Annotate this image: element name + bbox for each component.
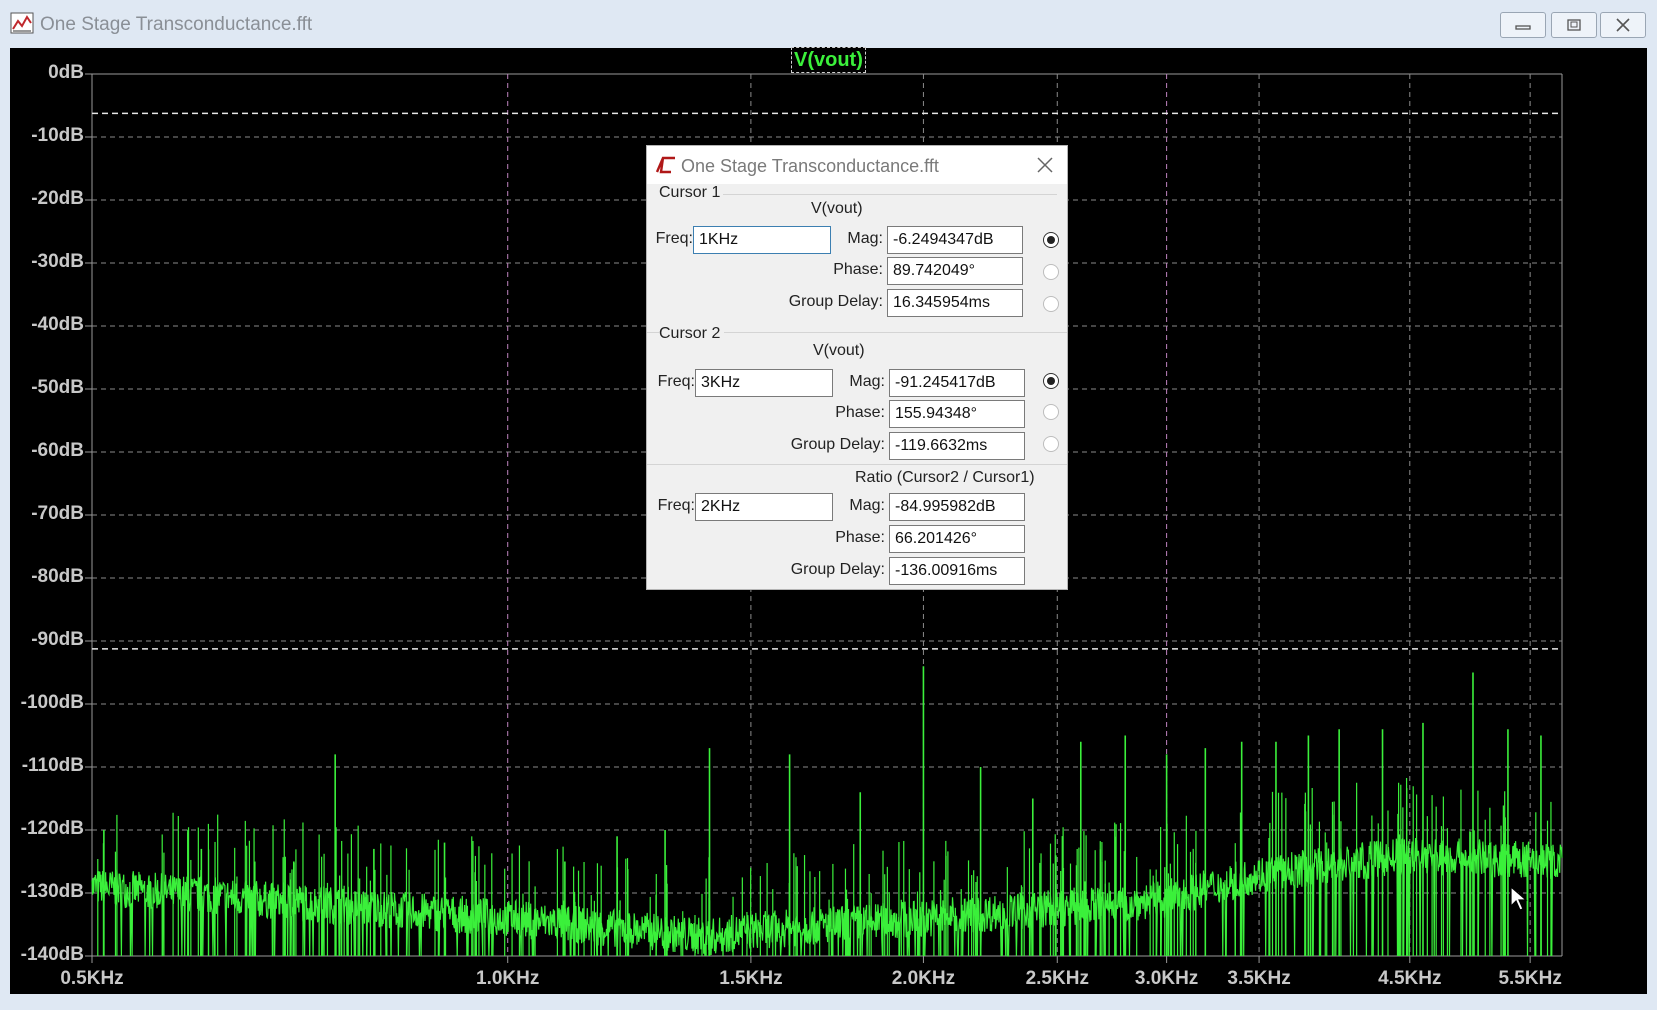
close-icon[interactable] — [1035, 155, 1055, 175]
cursor1-mag-label: Mag: — [847, 230, 883, 247]
cursor2-freq-input[interactable] — [695, 369, 833, 397]
x-tick-label: 5.5KHz — [1498, 968, 1562, 989]
ratio-group-label: Ratio (Cursor2 / Cursor1) — [855, 469, 1035, 486]
x-tick-label: 4.5KHz — [1378, 968, 1442, 989]
dialog-title: One Stage Transconductance.fft — [681, 156, 939, 176]
y-tick-label: -20dB — [31, 188, 84, 209]
cursor2-mag-field[interactable]: -91.245417dB — [889, 369, 1025, 397]
cursor2-phase-field[interactable]: 155.94348° — [889, 400, 1025, 428]
ratio-freq-input[interactable] — [695, 493, 833, 521]
ltspice-logo-icon — [655, 156, 675, 174]
x-tick-label: 2.5KHz — [1025, 968, 1089, 989]
group-divider — [723, 194, 1057, 195]
minimize-icon — [1515, 25, 1531, 30]
cursor1-phase-radio[interactable] — [1043, 264, 1059, 280]
y-tick-label: -10dB — [31, 125, 84, 146]
cursor2-group-delay-field[interactable]: -119.6632ms — [889, 432, 1025, 460]
y-tick-label: -100dB — [20, 692, 84, 713]
x-tick-label: 1.0KHz — [476, 968, 540, 989]
cursor1-phase-field[interactable]: 89.742049° — [887, 257, 1023, 285]
cursor1-trace-label: V(vout) — [811, 200, 863, 217]
cursor2-group-delay-label: Group Delay: — [790, 436, 885, 453]
window-title: One Stage Transconductance.fft — [40, 14, 313, 35]
waveform-chart-icon — [10, 12, 34, 34]
y-tick-label: -90dB — [31, 629, 84, 650]
y-tick-label: -80dB — [31, 566, 84, 587]
close-button[interactable] — [1600, 12, 1646, 38]
y-tick-label: -120dB — [20, 818, 84, 839]
y-tick-label: -50dB — [31, 377, 84, 398]
cursor1-freq-input[interactable] — [693, 226, 831, 254]
ratio-group-delay-label: Group Delay: — [790, 561, 885, 578]
cursor1-mag-field[interactable]: -6.2494347dB — [887, 226, 1023, 254]
x-tick-label: 2.0KHz — [891, 968, 956, 989]
cursor1-mag-radio[interactable] — [1043, 232, 1059, 248]
x-tick-label: 0.5KHz — [60, 968, 124, 989]
x-tick-label: 1.5KHz — [719, 968, 783, 989]
cursor2-phase-label: Phase: — [835, 404, 885, 421]
cursor1-group-delay-radio[interactable] — [1043, 296, 1059, 312]
cursor1-group-delay-field[interactable]: 16.345954ms — [887, 289, 1023, 317]
cursor2-group-label: Cursor 2 — [659, 325, 725, 343]
cursor1-group-delay-label: Group Delay: — [788, 293, 883, 310]
cursor2-group-delay-radio[interactable] — [1043, 436, 1059, 452]
cursor2-mag-radio[interactable] — [1043, 373, 1059, 389]
title-bar: One Stage Transconductance.fft — [0, 0, 1657, 48]
status-strip — [0, 994, 1657, 1010]
group-divider — [647, 464, 1067, 465]
y-tick-label: -110dB — [21, 755, 84, 776]
x-tick-label: 3.5KHz — [1227, 968, 1291, 989]
y-tick-label: -70dB — [31, 503, 84, 524]
restore-button[interactable] — [1551, 12, 1597, 38]
ratio-group-delay-field[interactable]: -136.00916ms — [889, 557, 1025, 585]
cursor2-trace-label: V(vout) — [813, 342, 865, 359]
y-tick-label: -30dB — [31, 251, 84, 272]
ratio-phase-field[interactable]: 66.201426° — [889, 525, 1025, 553]
y-tick-label: 0dB — [48, 62, 84, 83]
ratio-freq-label: Freq: — [657, 497, 695, 514]
minimize-button[interactable] — [1500, 12, 1546, 38]
cursor2-mag-label: Mag: — [849, 373, 885, 390]
y-tick-label: -60dB — [31, 440, 84, 461]
restore-icon — [1567, 19, 1581, 31]
ratio-mag-field[interactable]: -84.995982dB — [889, 493, 1025, 521]
x-tick-label: 3.0KHz — [1134, 968, 1199, 989]
y-tick-label: -40dB — [31, 314, 84, 335]
dialog-title-bar[interactable]: One Stage Transconductance.fft — [647, 146, 1067, 184]
ratio-phase-label: Phase: — [835, 529, 885, 546]
cursor2-freq-label: Freq: — [657, 373, 695, 390]
trace-label[interactable]: V(vout) — [791, 47, 866, 73]
cursor1-group-label: Cursor 1 — [659, 184, 721, 201]
ratio-mag-label: Mag: — [849, 497, 885, 514]
cursor2-phase-radio[interactable] — [1043, 404, 1059, 420]
close-icon — [1616, 18, 1630, 32]
cursor1-freq-label: Freq: — [655, 230, 693, 247]
cursor1-phase-label: Phase: — [833, 261, 883, 278]
mouse-pointer-icon — [1510, 886, 1528, 911]
cursor-dialog[interactable]: One Stage Transconductance.fft Cursor 1 … — [646, 145, 1068, 590]
y-tick-label: -140dB — [20, 944, 84, 965]
y-tick-label: -130dB — [20, 881, 84, 902]
